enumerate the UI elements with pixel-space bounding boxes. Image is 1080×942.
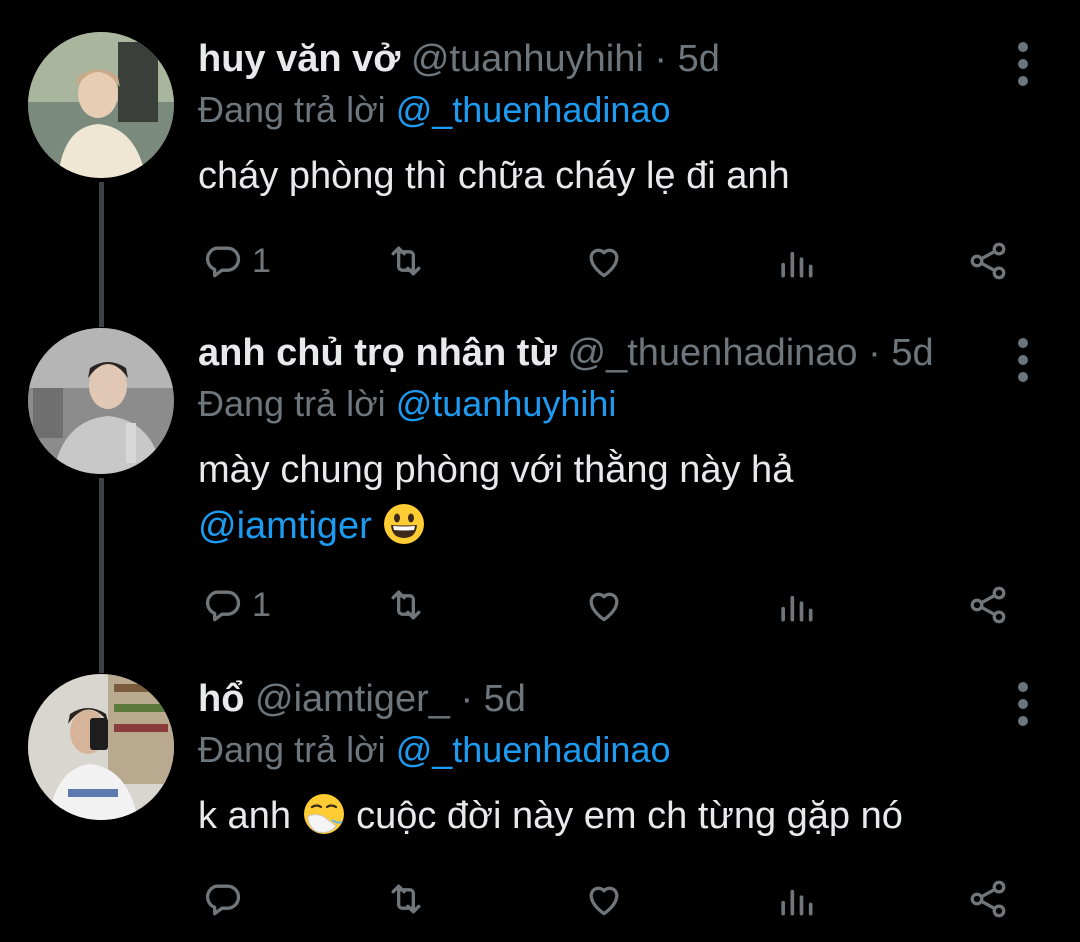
reply-button[interactable]: 1 [200,580,271,630]
retweet-button[interactable] [384,874,428,924]
tweet-text-before: k anh [198,795,291,837]
user-handle[interactable]: @iamtiger_ [255,678,450,720]
heart-icon [589,592,619,622]
replying-to: Đang trả lời @tuanhuyhihi [198,382,1000,426]
analytics-icon [781,251,813,278]
reply-button[interactable]: 1 [200,236,271,286]
tweet[interactable]: hổ @iamtiger_ · 5d Đang trả lời @_thuenh… [0,660,1080,942]
separator-dot: · [868,332,881,374]
tweet-text-body: mày chung phòng với thằng này hả [198,449,794,491]
tweet-header: hổ @iamtiger_ · 5d [198,676,1000,722]
replying-to: Đang trả lời @_thuenhadinao [198,728,1000,772]
replying-to-label: Đang trả lời [198,89,386,130]
tweet-text: mày chung phòng với thằng này hả @iamtig… [198,442,1000,554]
replying-to-label: Đang trả lời [198,383,386,424]
reply-icon [205,590,241,622]
tweet-text-after: cuộc đời này em ch từng gặp nó [356,795,903,837]
display-name[interactable]: anh chủ trọ nhân từ [198,332,557,374]
avatar-image [28,674,174,820]
like-button[interactable] [582,580,626,630]
replying-to-mention[interactable]: @_thuenhadinao [396,729,671,770]
retweet-icon [391,590,421,620]
retweet-button[interactable] [384,580,428,630]
like-button[interactable] [582,236,626,286]
timestamp[interactable]: 5d [891,332,933,374]
avatar-image [28,32,174,178]
share-icon [970,242,1006,280]
avatar[interactable] [28,674,174,820]
user-handle[interactable]: @tuanhuyhihi [411,38,644,80]
share-icon [970,586,1006,624]
tweet[interactable]: anh chủ trọ nhân từ @_thuenhadinao · 5d … [0,320,1080,660]
analytics-icon [781,889,813,916]
separator-dot: · [654,38,668,80]
display-name[interactable]: hổ [198,678,244,720]
views-button[interactable] [774,236,818,286]
retweet-button[interactable] [384,236,428,286]
share-button[interactable] [966,236,1010,286]
avatar[interactable] [28,32,174,178]
reply-button[interactable] [200,874,252,924]
timestamp[interactable]: 5d [484,678,526,720]
more-vertical-icon[interactable] [1016,682,1030,742]
tweet[interactable]: huy văn vở @tuanhuyhihi · 5d Đang trả lờ… [0,0,1080,320]
tweet-header: anh chủ trọ nhân từ @_thuenhadinao · 5d [198,330,1000,376]
replying-to-mention[interactable]: @tuanhuyhihi [396,383,617,424]
tweet-mention[interactable]: @iamtiger [198,505,372,547]
heart-icon [589,886,619,916]
avatar[interactable] [28,328,174,474]
tweet-header: huy văn vở @tuanhuyhihi · 5d [198,36,1000,82]
share-button[interactable] [966,580,1010,630]
reply-icon [205,884,241,916]
analytics-icon [781,595,813,622]
timestamp[interactable]: 5d [678,38,720,80]
like-button[interactable] [582,874,626,924]
views-button[interactable] [774,874,818,924]
replying-to-mention[interactable]: @_thuenhadinao [396,89,671,130]
retweet-icon [391,246,421,276]
views-button[interactable] [774,580,818,630]
share-button[interactable] [966,874,1010,924]
reply-count: 1 [252,241,271,280]
action-bar: 1 [198,236,1018,286]
display-name[interactable]: huy văn vở [198,38,400,80]
sneezing-face-emoji [303,794,344,834]
share-icon [970,880,1006,918]
more-vertical-icon[interactable] [1016,42,1030,102]
more-vertical-icon[interactable] [1016,338,1030,398]
reply-icon [205,246,241,278]
replying-to-label: Đang trả lời [198,729,386,770]
retweet-icon [391,884,421,914]
action-bar: 1 [198,580,1018,630]
heart-icon [589,248,619,278]
avatar-image [28,328,174,474]
grinning-face-emoji [384,504,425,544]
separator-dot: · [460,678,474,720]
tweet-text: cháy phòng thì chữa cháy lẹ đi anh [198,148,1000,204]
reply-count: 1 [252,585,271,624]
tweet-text-body: cháy phòng thì chữa cháy lẹ đi anh [198,155,790,197]
action-bar [198,874,1018,924]
user-handle[interactable]: @_thuenhadinao [568,332,858,374]
tweet-text: k anh cuộc đời này em ch từng gặp nó [198,788,1000,844]
replying-to: Đang trả lời @_thuenhadinao [198,88,1000,132]
